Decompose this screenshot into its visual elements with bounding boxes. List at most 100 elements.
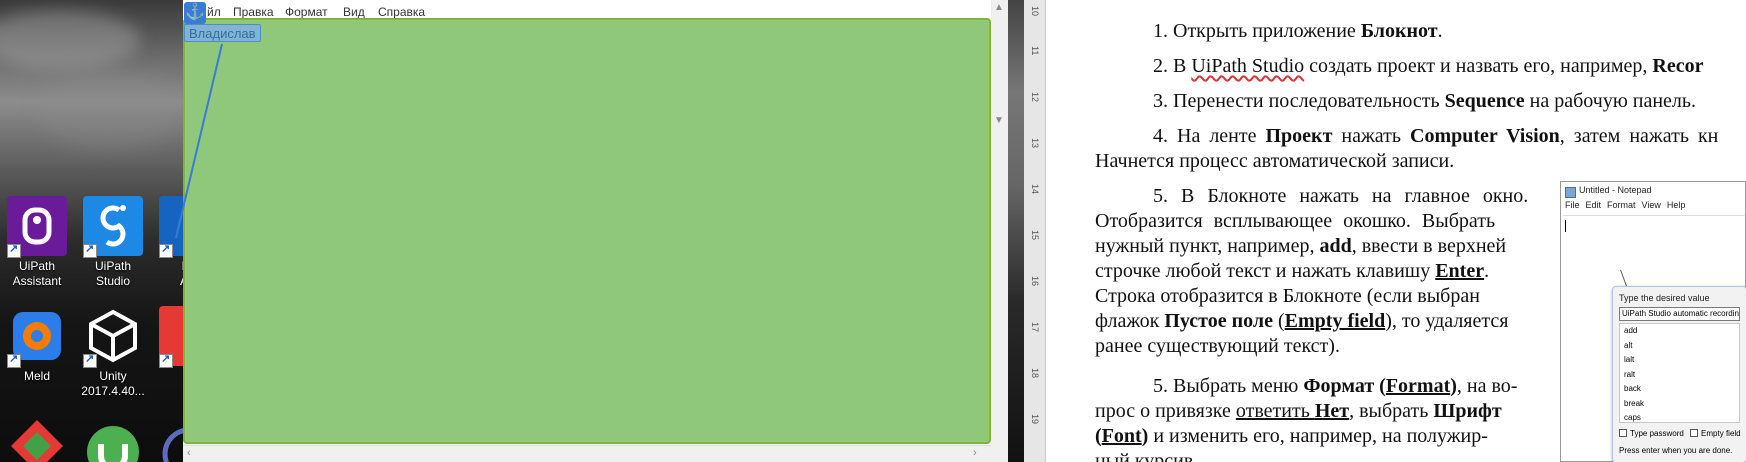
shortcut-arrow-icon <box>7 242 21 258</box>
paragraph-5-line-7: ранее существующий текст). <box>1095 335 1340 357</box>
paragraph-5-line-3: нужный пункт, например, add, ввести в ве… <box>1095 235 1507 257</box>
ruler-number: 12 <box>1030 92 1040 103</box>
desktop-icon-unity[interactable]: Unity2017.4.40... <box>77 306 149 399</box>
horizontal-scrollbar[interactable]: ‹ › <box>183 445 991 462</box>
computer-vision-selection-overlay[interactable] <box>183 18 991 444</box>
xr-icon <box>159 306 183 368</box>
tools-icon <box>7 418 67 462</box>
popup-option: lalt <box>1624 355 1635 364</box>
power-automate-icon <box>159 196 183 258</box>
embedded-menu-item: Format <box>1607 200 1636 210</box>
desktop-icon-partial-3[interactable] <box>153 418 183 462</box>
desktop-icon-power-automate[interactable]: PoAut <box>153 196 183 289</box>
checkbox-icon <box>1690 429 1699 437</box>
popup-option: caps <box>1624 413 1641 422</box>
menu-help[interactable]: Справка <box>378 5 425 19</box>
desktop-icon-label: UiPath Assistant <box>12 259 62 288</box>
desktop-icon-partial-1[interactable] <box>1 418 73 462</box>
desktop-icon-utorrent[interactable] <box>77 418 149 462</box>
text-caret <box>1565 220 1566 232</box>
uipath-assistant-icon <box>7 196 67 258</box>
popup-options-list: add alt lalt ralt back break caps <box>1619 323 1740 423</box>
paragraph-5-line-2: Отобразится всплывающее окошко. Выбрать <box>1095 210 1496 232</box>
scroll-right-icon[interactable]: › <box>973 447 977 459</box>
paragraph-5-line-5: Строка отобразится в Блокноте (если выбр… <box>1095 285 1480 307</box>
popup-option: ralt <box>1624 369 1636 379</box>
popup-option: back <box>1624 384 1641 393</box>
menu-edit[interactable]: Правка <box>233 5 274 19</box>
checkbox-icon <box>1619 429 1627 437</box>
menu-view[interactable]: Вид <box>343 5 365 19</box>
ruler-number: 18 <box>1030 368 1040 379</box>
desktop-background: UiPathAssistant UiPath Studio PoAut Meld… <box>0 0 183 462</box>
paragraph-4-line-2: Начнется процесс автоматической записи. <box>1095 150 1455 172</box>
paragraph-6-line-3: (Font) и изменить его, например, на полу… <box>1095 425 1488 447</box>
cloud-decoration <box>40 70 180 150</box>
ruler-number: 11 <box>1030 46 1040 56</box>
popup-checkboxes: Type password Empty field <box>1613 425 1746 438</box>
ruler-number: 13 <box>1030 138 1040 149</box>
embedded-menu-item: View <box>1641 200 1661 210</box>
shortcut-arrow-icon <box>7 352 21 368</box>
paragraph-6-line-1: 5. Выбрать меню Формат (Format), на во- <box>1153 375 1518 397</box>
paragraph-4: 4. На ленте Проект нажать Computer Visio… <box>1153 125 1719 147</box>
meld-icon <box>7 306 67 368</box>
paragraph-5-line-4: строчке любой текст и нажать клавишу Ent… <box>1095 260 1490 282</box>
paragraph-5-line-1: 5. В Блокноте нажать на главное окно. <box>1153 185 1529 207</box>
uipath-studio-icon <box>83 196 143 258</box>
embedded-menu-item: File <box>1565 200 1580 210</box>
ruler-number: 14 <box>1030 184 1040 195</box>
desktop-icon-label: PoAut <box>153 259 183 289</box>
checkbox-label: Type password <box>1630 429 1684 438</box>
desktop-icon-uipath-studio[interactable]: UiPath Studio <box>77 196 149 289</box>
paragraph-6-line-4: ный курсив. <box>1095 450 1199 462</box>
desktop-icon-label: UiPath Studio <box>94 259 132 288</box>
paragraph-6-line-2: прос о привязке ответить Нет, выбрать Шр… <box>1095 400 1502 422</box>
desktop-icon-uipath-assistant[interactable]: UiPathAssistant <box>1 196 73 289</box>
selection-name-tag: Владислав <box>184 24 261 42</box>
desktop-icon-label: Meld <box>23 369 50 383</box>
shortcut-arrow-icon <box>159 352 173 368</box>
paragraph-3: 3. Перенести последовательность Sequence… <box>1153 90 1697 112</box>
shortcut-arrow-icon <box>159 242 173 258</box>
shortcut-arrow-icon <box>83 242 97 258</box>
scroll-down-icon[interactable]: ▼ <box>994 115 1004 126</box>
desktop-icon-meld[interactable]: Meld <box>1 306 73 384</box>
desktop-icon-label: Xr <box>153 369 183 384</box>
desktop-icon-xr[interactable]: Xr <box>153 306 183 384</box>
popup-option: add <box>1624 326 1638 335</box>
popup-option: alt <box>1624 340 1633 350</box>
embedded-notepad-screenshot: Untitled - Notepad File Edit Format View Hel… <box>1560 181 1746 462</box>
anchor-icon[interactable]: ⚓ <box>184 2 206 24</box>
popup-title: Type the desired value <box>1619 293 1710 303</box>
embedded-menubar: File Edit Format View Help <box>1561 200 1745 214</box>
menu-file[interactable]: йл <box>207 5 221 19</box>
vertical-scrollbar[interactable]: ▲ ▼ <box>991 0 1008 462</box>
vertical-ruler: 10 11 12 13 14 15 16 17 18 19 <box>1024 0 1046 462</box>
unity-icon <box>83 306 143 368</box>
utorrent-icon <box>83 418 143 462</box>
popup-input: UiPath Studio automatic recording <box>1619 307 1740 321</box>
paragraph-5-line-6: флажок Пустое поле (Empty field), то уда… <box>1095 310 1509 332</box>
ruler-number: 15 <box>1030 230 1040 241</box>
menu-format[interactable]: Формат <box>285 5 328 19</box>
cloud-decoration <box>0 10 140 70</box>
ruler-number: 16 <box>1030 276 1040 287</box>
embedded-popup: Type the desired value UiPath Studio aut… <box>1612 286 1746 462</box>
ruler-number: 17 <box>1030 322 1040 333</box>
desktop-icon-label: Unity 2017.4.40... <box>81 369 145 398</box>
ruler-number: 19 <box>1030 414 1040 425</box>
app-icon <box>159 418 183 462</box>
scroll-left-icon[interactable]: ‹ <box>187 447 191 459</box>
popup-option: break <box>1624 398 1645 408</box>
popup-hint: Press enter when you are done. <box>1619 446 1733 455</box>
embedded-menu-item: Edit <box>1585 200 1602 210</box>
ruler-number: 10 <box>1030 6 1040 17</box>
paragraph-1: 1. Открыть приложение Блокнот. <box>1153 20 1443 42</box>
checkbox-label: Empty field <box>1701 429 1741 438</box>
scroll-up-icon[interactable]: ▲ <box>994 2 1004 13</box>
embedded-title: Untitled - Notepad <box>1561 182 1745 200</box>
shortcut-arrow-icon <box>83 352 97 368</box>
paragraph-2: 2. В UiPath Studio создать проект и назв… <box>1153 55 1704 77</box>
embedded-menu-item: Help <box>1666 200 1686 210</box>
